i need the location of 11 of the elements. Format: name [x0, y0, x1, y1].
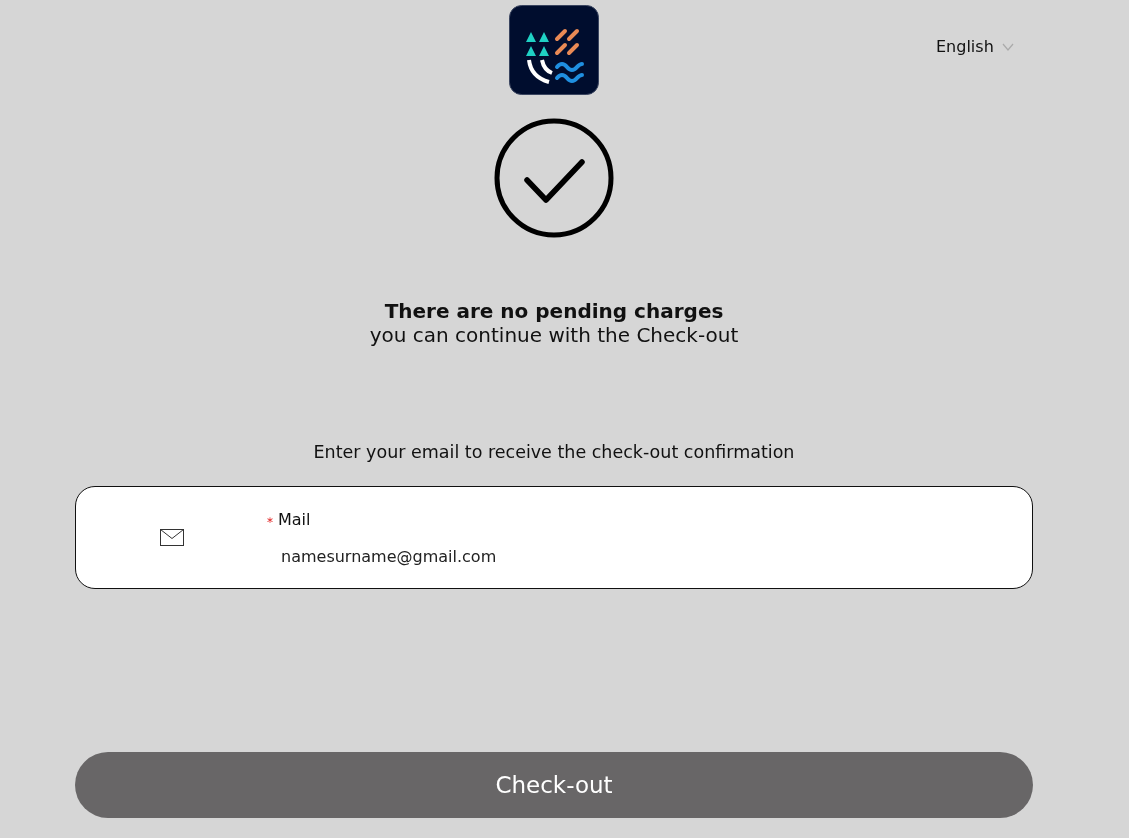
- chevron-down-icon: [1001, 42, 1014, 51]
- status-title: There are no pending charges: [384, 299, 724, 323]
- language-selector[interactable]: English: [936, 37, 1014, 56]
- email-value: namesurname@gmail.com: [281, 546, 498, 566]
- required-mark: ⁎: [267, 512, 273, 526]
- field-label: Mail: [278, 509, 311, 529]
- envelope-icon: [160, 529, 184, 546]
- email-prompt: Enter your email to receive the check-out confirmation: [313, 442, 795, 462]
- checkmark-circle-icon: [493, 117, 615, 239]
- status-subtitle: you can continue with the Check-out: [369, 323, 739, 347]
- email-field[interactable]: ⁎ Mail namesurname@gmail.com: [75, 486, 1033, 589]
